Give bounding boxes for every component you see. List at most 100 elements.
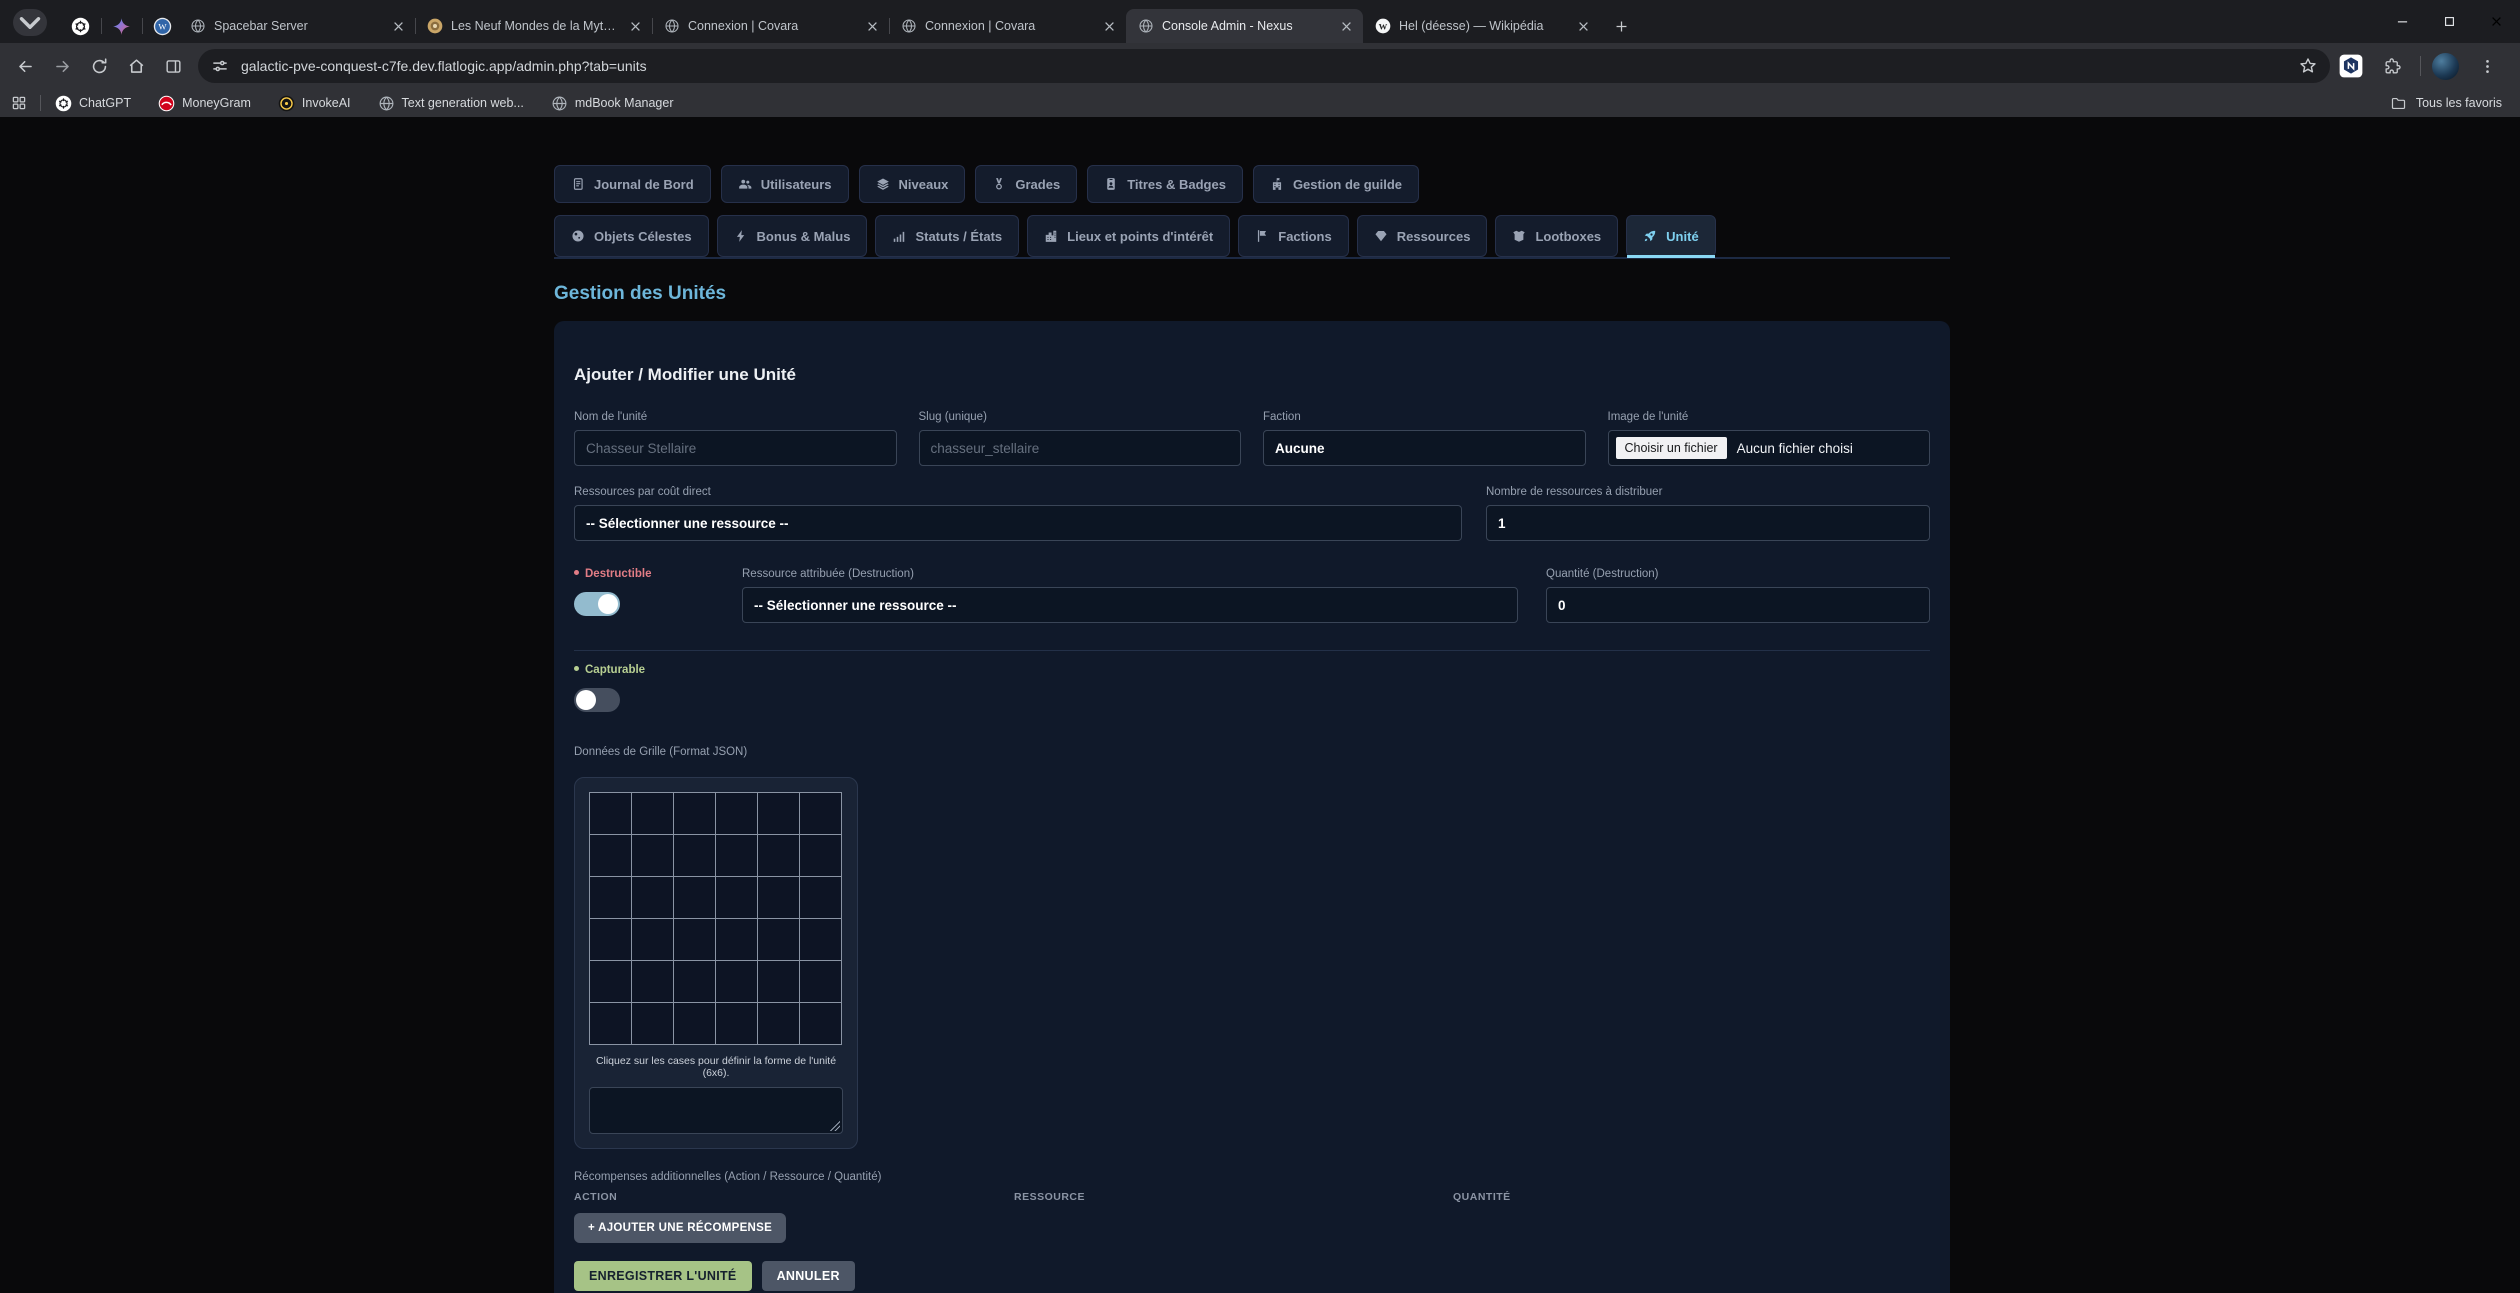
browser-tab[interactable]: Connexion | Covara [652, 9, 889, 43]
sub-tab-unit[interactable]: Unité [1626, 215, 1716, 257]
grid-cell[interactable] [800, 877, 842, 919]
grid-cell[interactable] [674, 877, 716, 919]
grid-cell[interactable] [716, 919, 758, 961]
bookmark-item[interactable]: ChatGPT [55, 95, 131, 112]
pinned-tab[interactable] [101, 9, 142, 43]
profile-avatar[interactable] [2432, 53, 2459, 80]
slug-input[interactable] [919, 430, 1242, 466]
grid-cell[interactable] [716, 835, 758, 877]
destruction-resource-select[interactable]: -- Sélectionner une ressource -- [742, 587, 1518, 623]
side-panel-button[interactable] [156, 49, 190, 83]
browser-tab[interactable]: Connexion | Covara [889, 9, 1126, 43]
faction-select[interactable]: Aucune [1263, 430, 1586, 466]
add-reward-button[interactable]: + AJOUTER UNE RÉCOMPENSE [574, 1213, 786, 1243]
tab-close-icon[interactable] [1101, 18, 1118, 35]
kebab-menu-icon[interactable] [2470, 49, 2504, 83]
nav-tab-niveaux[interactable]: Niveaux [859, 165, 966, 203]
forward-button[interactable] [45, 49, 79, 83]
grid-cell[interactable] [632, 961, 674, 1003]
grid-json-textarea[interactable] [589, 1087, 843, 1134]
address-bar[interactable]: galactic-pve-conquest-c7fe.dev.flatlogic… [198, 49, 2330, 83]
grid-cell[interactable] [758, 1003, 800, 1045]
save-unit-button[interactable]: ENREGISTRER L'UNITÉ [574, 1261, 752, 1291]
bookmark-item[interactable]: Text generation web... [378, 95, 524, 112]
browser-tab[interactable]: Les Neuf Mondes de la Mythol [415, 9, 652, 43]
grid-cell[interactable] [590, 793, 632, 835]
sub-tab-statuts-tats[interactable]: Statuts / États [875, 215, 1019, 257]
browser-tab[interactable]: Spacebar Server [178, 9, 415, 43]
grid-cell[interactable] [590, 835, 632, 877]
grid-cell[interactable] [632, 793, 674, 835]
grid-cell[interactable] [590, 1003, 632, 1045]
puzzle-icon[interactable] [2375, 49, 2409, 83]
tab-search-button[interactable] [13, 9, 47, 36]
tab-close-icon[interactable] [627, 18, 644, 35]
nav-tab-journal-de-bord[interactable]: Journal de Bord [554, 165, 711, 203]
minimize-button[interactable] [2379, 0, 2426, 43]
new-tab-button[interactable] [1608, 13, 1635, 40]
nav-tab-gestion-de-guilde[interactable]: Gestion de guilde [1253, 165, 1419, 203]
grid-cell[interactable] [674, 793, 716, 835]
grid-cell[interactable] [674, 1003, 716, 1045]
sub-tab-ressources[interactable]: Ressources [1357, 215, 1488, 257]
site-info-icon[interactable] [210, 56, 230, 76]
pinned-tab[interactable] [60, 9, 101, 43]
all-bookmarks-button[interactable]: Tous les favoris [2390, 95, 2502, 112]
tab-close-icon[interactable] [1575, 18, 1592, 35]
resize-handle[interactable] [830, 1121, 840, 1131]
capturable-toggle[interactable] [574, 688, 620, 712]
sub-tab-lieux-et-points-d-int-r-t[interactable]: Lieux et points d'intérêt [1027, 215, 1230, 257]
grid-cell[interactable] [674, 961, 716, 1003]
destruction-qty-input[interactable] [1546, 587, 1930, 623]
nav-tab-titres-badges[interactable]: Titres & Badges [1087, 165, 1243, 203]
browser-tab[interactable]: WHel (déesse) — Wikipédia [1363, 9, 1600, 43]
choose-file-button[interactable]: Choisir un fichier [1616, 437, 1727, 459]
nav-tab-grades[interactable]: Grades [975, 165, 1077, 203]
unit-image-file-input[interactable]: Choisir un fichier Aucun fichier choisi [1608, 430, 1931, 466]
bookmark-item[interactable]: mdBook Manager [551, 95, 674, 112]
grid-cell[interactable] [632, 835, 674, 877]
bookmark-item[interactable]: InvokeAI [278, 95, 351, 112]
grid-cell[interactable] [758, 919, 800, 961]
url-text[interactable]: galactic-pve-conquest-c7fe.dev.flatlogic… [241, 58, 2298, 74]
grid-cell[interactable] [800, 793, 842, 835]
grid-cell[interactable] [800, 961, 842, 1003]
cancel-button[interactable]: ANNULER [762, 1261, 855, 1291]
grid-cell[interactable] [716, 793, 758, 835]
grid-cell[interactable] [758, 835, 800, 877]
tab-close-icon[interactable] [864, 18, 881, 35]
tab-close-icon[interactable] [390, 18, 407, 35]
sub-tab-factions[interactable]: Factions [1238, 215, 1348, 257]
grid-cell[interactable] [674, 835, 716, 877]
grid-cell[interactable] [800, 835, 842, 877]
cost-resource-select[interactable]: -- Sélectionner une ressource -- [574, 505, 1462, 541]
browser-tab[interactable]: Console Admin - Nexus [1126, 9, 1363, 43]
grid-cell[interactable] [632, 919, 674, 961]
bookmark-item[interactable]: MoneyGram [158, 95, 251, 112]
back-button[interactable] [8, 49, 42, 83]
nav-tab-utilisateurs[interactable]: Utilisateurs [721, 165, 849, 203]
grid-cell[interactable] [758, 961, 800, 1003]
grid-cell[interactable] [632, 877, 674, 919]
grid-cell[interactable] [800, 919, 842, 961]
grid-cell[interactable] [716, 877, 758, 919]
sub-tab-bonus-malus[interactable]: Bonus & Malus [717, 215, 868, 257]
close-button[interactable] [2473, 0, 2520, 43]
maximize-button[interactable] [2426, 0, 2473, 43]
grid-cell[interactable] [758, 793, 800, 835]
bookmark-star-icon[interactable] [2298, 56, 2318, 76]
sub-tab-lootboxes[interactable]: Lootboxes [1495, 215, 1618, 257]
reload-button[interactable] [82, 49, 116, 83]
apps-grid-icon[interactable] [10, 94, 28, 112]
grid-cell[interactable] [674, 919, 716, 961]
home-button[interactable] [119, 49, 153, 83]
grid-cell[interactable] [758, 877, 800, 919]
tab-close-icon[interactable] [1338, 18, 1355, 35]
grid-cell[interactable] [590, 919, 632, 961]
sub-tab-objets-c-lestes[interactable]: Objets Célestes [554, 215, 709, 257]
grid-cell[interactable] [590, 961, 632, 1003]
grid-cell[interactable] [632, 1003, 674, 1045]
destructible-toggle[interactable] [574, 592, 620, 616]
grid-cell[interactable] [590, 877, 632, 919]
grid-cell[interactable] [716, 961, 758, 1003]
